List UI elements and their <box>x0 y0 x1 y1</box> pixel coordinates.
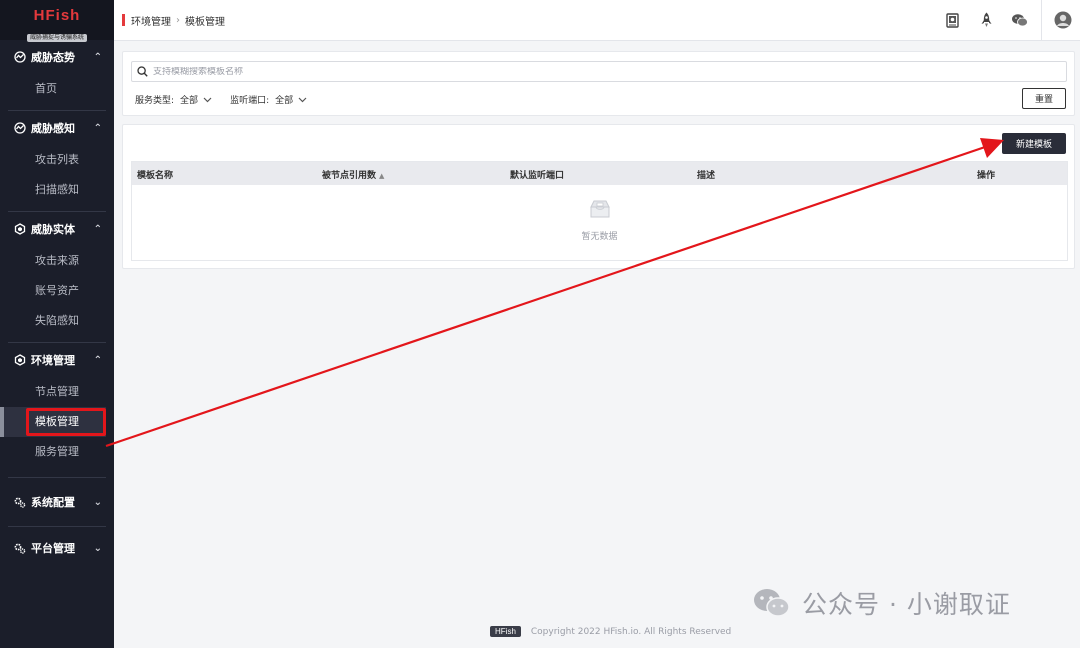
chevron-up-icon: ⌃ <box>93 354 102 366</box>
footer-badge: HFish <box>490 626 521 637</box>
column-header-actions: 操作 <box>977 171 996 181</box>
chevron-down-icon: ⌄ <box>93 496 102 508</box>
menu-group-label: 系统配置 <box>31 496 75 509</box>
cube-icon <box>14 223 26 235</box>
template-table: 模板名称 被节点引用数 ▲︎ 默认监听端口 描述 操作 暂无数据 <box>131 161 1068 261</box>
sidebar-item-label: 账号资产 <box>35 284 79 297</box>
menu-group-threat-perception: 威胁感知 ⌃ 攻击列表 扫描感知 <box>8 111 106 212</box>
radar-icon <box>14 51 26 63</box>
sidebar-item-compromise-perception[interactable]: 失陷感知 <box>8 306 106 336</box>
chevron-down-icon <box>203 97 212 102</box>
sidebar-item-node-management[interactable]: 节点管理 <box>8 377 106 407</box>
search-input[interactable] <box>153 66 1033 77</box>
footer: HFish Copyright 2022 HFish.io. All Right… <box>490 626 731 637</box>
sidebar-item-service-management[interactable]: 服务管理 <box>8 437 106 467</box>
menu-group-head-threat-situation[interactable]: 威胁态势 ⌃ <box>8 40 106 74</box>
footer-copyright: Copyright 2022 HFish.io. All Rights Rese… <box>530 626 732 637</box>
logo-title: HFish <box>33 7 81 24</box>
sidebar-item-label: 攻击列表 <box>35 153 79 166</box>
listen-port-select[interactable]: 全部 <box>269 93 307 106</box>
table-header: 模板名称 被节点引用数 ▲︎ 默认监听端口 描述 操作 <box>132 162 1067 185</box>
service-type-select[interactable]: 全部 <box>174 93 212 106</box>
menu-group-threat-situation: 威胁态势 ⌃ 首页 <box>8 40 106 111</box>
empty-state-text: 暂无数据 <box>581 232 618 242</box>
column-header-description: 描述 <box>697 171 716 181</box>
sidebar-item-label: 服务管理 <box>35 445 79 458</box>
menu-group-env-management: 环境管理 ⌃ 节点管理 模板管理 服务管理 <box>0 343 106 478</box>
cube-icon <box>14 354 26 366</box>
menu-group-label: 威胁感知 <box>31 122 75 135</box>
sidebar-item-label: 扫描感知 <box>35 183 79 196</box>
top-header: 环境管理 › 模板管理 <box>114 0 1080 41</box>
sidebar-item-template-management[interactable]: 模板管理 <box>0 407 106 437</box>
column-header-node-references[interactable]: 被节点引用数 ▲︎ <box>322 168 384 181</box>
sidebar: HFish 威胁捕捉与诱骗系统 威胁态势 ⌃ 首页 威胁感知 ⌃ 攻击列表 扫描… <box>0 0 114 648</box>
menu-group-head-threat-entity[interactable]: 威胁实体 ⌃ <box>8 212 106 246</box>
chevron-up-icon: ⌃ <box>93 223 102 235</box>
menu-group-label: 威胁实体 <box>31 223 75 236</box>
column-header-label: 被节点引用数 <box>322 171 377 181</box>
search-box[interactable] <box>131 61 1067 82</box>
gears-icon <box>14 543 26 554</box>
menu-group-label: 平台管理 <box>31 542 75 555</box>
menu-group-label: 环境管理 <box>31 354 75 367</box>
chevron-up-icon: ⌃ <box>93 122 102 134</box>
empty-state: 暂无数据 <box>132 185 1067 261</box>
chevron-up-icon: ⌃ <box>93 51 102 63</box>
wechat-icon <box>754 589 790 617</box>
watermark-text: 公众号 · 小谢取证 <box>802 590 1011 619</box>
logo-subtitle: 威胁捕捉与诱骗系统 <box>26 34 87 42</box>
sidebar-item-label: 首页 <box>35 82 57 95</box>
rocket-icon[interactable] <box>969 0 1003 41</box>
logo[interactable]: HFish 威胁捕捉与诱骗系统 <box>0 0 114 42</box>
sidebar-item-account-assets[interactable]: 账号资产 <box>8 276 106 306</box>
header-divider <box>1041 0 1042 41</box>
breadcrumb-accent <box>122 14 125 26</box>
search-icon <box>137 66 148 77</box>
sidebar-item-label: 攻击来源 <box>35 254 79 267</box>
service-type-label: 服务类型: <box>135 96 175 106</box>
user-avatar-icon[interactable] <box>1046 0 1080 41</box>
listen-port-value: 全部 <box>275 96 294 106</box>
menu-group-head-threat-perception[interactable]: 威胁感知 ⌃ <box>8 111 106 145</box>
breadcrumb-item-template-management: 模板管理 <box>185 16 225 28</box>
breadcrumb-item-env-management[interactable]: 环境管理 <box>131 13 171 28</box>
sidebar-item-label: 失陷感知 <box>35 314 79 327</box>
breadcrumb: 环境管理 › 模板管理 <box>131 13 225 28</box>
watermark: 公众号 · 小谢取证 <box>752 585 1011 621</box>
chevron-down-icon <box>298 97 307 102</box>
menu-group-head-system-config[interactable]: 系统配置 ⌄ <box>8 485 106 519</box>
sidebar-item-attack-source[interactable]: 攻击来源 <box>8 246 106 276</box>
sidebar-item-home[interactable]: 首页 <box>8 74 106 104</box>
gears-icon <box>14 497 26 508</box>
listen-port-label: 监听端口: <box>230 96 270 106</box>
sidebar-item-label: 模板管理 <box>35 415 79 428</box>
reset-button[interactable]: 重置 <box>1022 88 1066 109</box>
template-list-panel: 新建模板 模板名称 被节点引用数 ▲︎ 默认监听端口 描述 操作 暂无数据 <box>122 124 1075 269</box>
document-icon[interactable] <box>935 0 969 41</box>
column-header-template-name: 模板名称 <box>137 171 174 181</box>
active-item-accent <box>0 407 4 437</box>
menu-group-platform-management: 平台管理 ⌄ <box>8 527 106 565</box>
radar-icon <box>14 122 26 134</box>
breadcrumb-separator-icon: › <box>176 14 180 26</box>
menu-group-label: 威胁态势 <box>31 51 75 64</box>
sidebar-item-attack-list[interactable]: 攻击列表 <box>8 145 106 175</box>
chevron-down-icon: ⌄ <box>93 542 102 554</box>
filter-row: 服务类型: 全部 监听端口: 全部 <box>135 93 307 106</box>
sort-icon[interactable]: ▲︎ <box>379 172 384 180</box>
menu-group-head-env-management[interactable]: 环境管理 ⌃ <box>8 343 106 377</box>
new-template-button[interactable]: 新建模板 <box>1002 133 1066 154</box>
column-header-default-port: 默认监听端口 <box>510 171 565 181</box>
filter-panel: 服务类型: 全部 监听端口: 全部 重置 <box>122 51 1075 116</box>
wechat-icon[interactable] <box>1003 0 1037 41</box>
menu-group-threat-entity: 威胁实体 ⌃ 攻击来源 账号资产 失陷感知 <box>8 212 106 343</box>
sidebar-item-scan-perception[interactable]: 扫描感知 <box>8 175 106 205</box>
empty-box-icon <box>589 200 610 218</box>
sidebar-item-label: 节点管理 <box>35 385 79 398</box>
header-icon-group <box>935 0 1080 41</box>
service-type-value: 全部 <box>180 96 199 106</box>
menu-group-system-config: 系统配置 ⌄ <box>8 478 106 527</box>
menu-group-head-platform-management[interactable]: 平台管理 ⌄ <box>8 531 106 565</box>
